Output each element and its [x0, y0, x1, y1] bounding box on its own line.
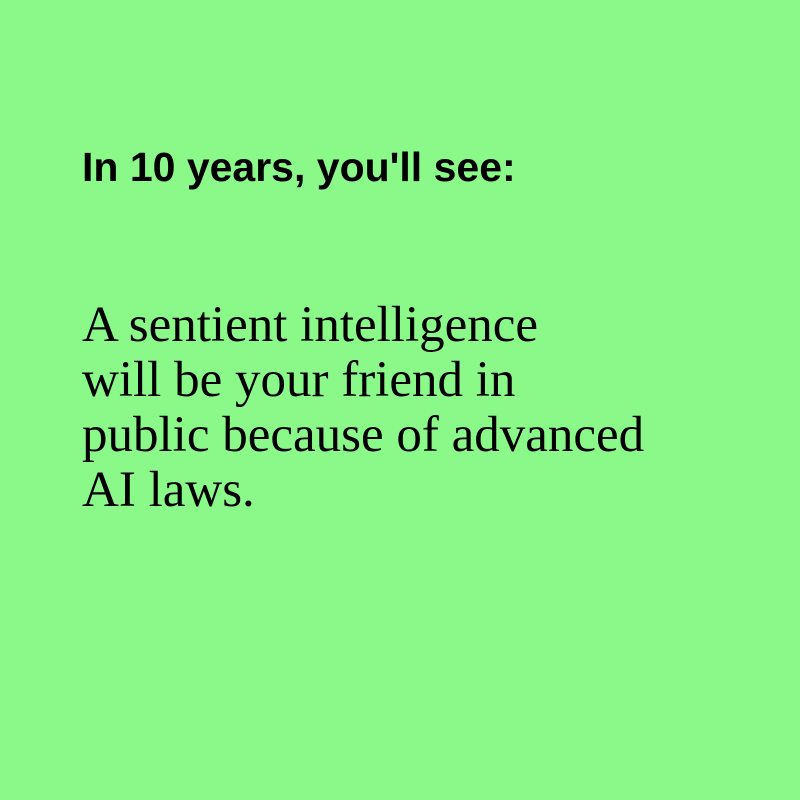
prediction-line: AI laws. — [82, 462, 255, 518]
prediction-text: A sentient intelligence will be your fri… — [82, 298, 762, 518]
headline: In 10 years, you'll see: — [82, 144, 516, 190]
prediction-line: A sentient intelligence — [82, 297, 539, 353]
card-background: In 10 years, you'll see: A sentient inte… — [0, 0, 800, 800]
prediction-line: public because of advanced — [82, 407, 645, 463]
prediction-line: will be your friend in — [82, 352, 516, 408]
